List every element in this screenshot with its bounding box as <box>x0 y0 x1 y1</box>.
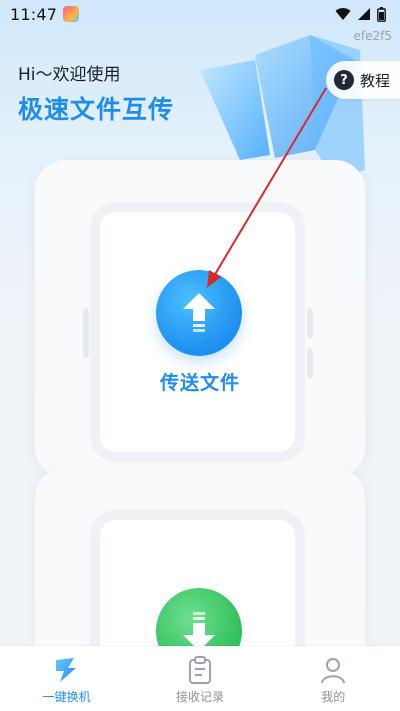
send-file-button[interactable] <box>156 270 242 356</box>
phone-side-button <box>83 308 89 358</box>
headline: 极速文件互传 <box>18 95 175 124</box>
upload-arrow-icon <box>183 293 215 332</box>
send-file-label[interactable]: 传送文件 <box>0 368 400 395</box>
switch-phone-icon <box>55 658 76 682</box>
tutorial-button[interactable]: ? 教程 <box>326 61 400 99</box>
status-right <box>335 6 386 22</box>
nav-item-mine[interactable]: 我的 <box>278 656 388 705</box>
signal-icon <box>358 8 370 20</box>
greeting-text: Hi～欢迎使用 <box>18 65 121 85</box>
status-bar: 11:47 <box>0 0 400 28</box>
clipboard-icon <box>188 656 211 684</box>
nav-item-receive-records[interactable]: 接收记录 <box>145 656 255 705</box>
nav-item-switch-phone[interactable]: 一键换机 <box>12 656 122 705</box>
nav-label: 一键换机 <box>42 690 91 704</box>
phone-side-button <box>307 308 313 338</box>
nav-label: 接收记录 <box>175 690 224 704</box>
person-icon <box>321 658 346 684</box>
app-notification-icon <box>63 6 80 22</box>
tutorial-label: 教程 <box>360 71 391 90</box>
question-mark-icon: ? <box>334 70 354 90</box>
nav-label: 我的 <box>321 690 346 704</box>
wifi-icon <box>335 8 351 20</box>
hero-logo-graphic <box>200 35 365 180</box>
status-left: 11:47 <box>10 4 80 24</box>
battery-icon <box>377 6 386 22</box>
bottom-nav: 一键换机 接收记录 我的 <box>0 646 400 711</box>
status-time: 11:47 <box>10 4 58 24</box>
